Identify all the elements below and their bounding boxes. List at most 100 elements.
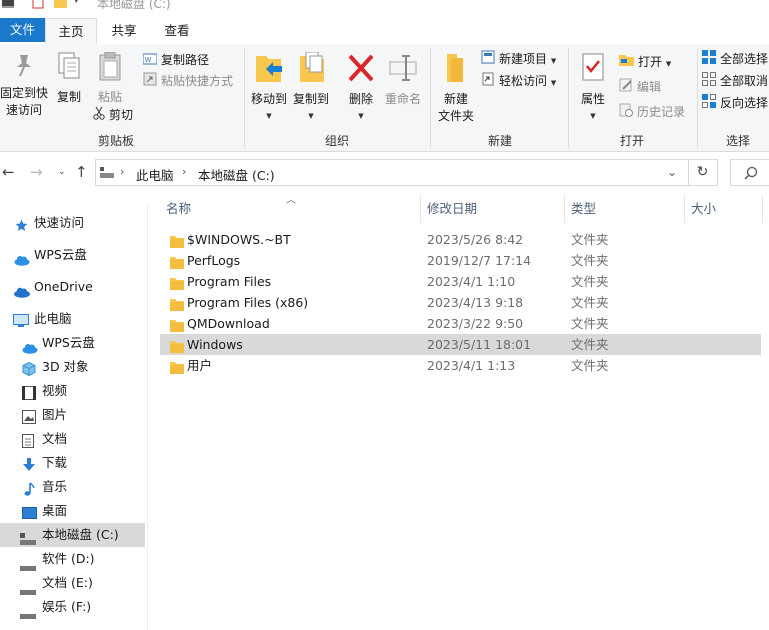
- move-to-button[interactable]: 移动到 ▼: [249, 52, 289, 125]
- file-row[interactable]: Program Files 2023/4/1 1:10 文件夹: [160, 271, 761, 292]
- sidebar-item-documents[interactable]: 文档: [0, 427, 145, 451]
- breadcrumb-this-pc[interactable]: 此电脑: [136, 165, 174, 184]
- window-title: 本地磁盘 (C:): [97, 0, 171, 11]
- file-name: Program Files: [187, 274, 272, 289]
- sidebar-item-desktop[interactable]: 桌面: [0, 499, 145, 523]
- paste-shortcut-button[interactable]: 粘贴快捷方式: [143, 71, 233, 92]
- breadcrumb-separator-icon[interactable]: ›: [120, 165, 124, 178]
- column-divider[interactable]: [420, 195, 421, 223]
- new-group-label: 新建: [487, 134, 512, 148]
- copy-path-icon: W: [142, 51, 158, 71]
- column-header-size[interactable]: 大小: [691, 193, 716, 223]
- file-row[interactable]: PerfLogs 2019/12/7 17:14 文件夹: [160, 250, 761, 271]
- invert-selection-button[interactable]: 反向选择: [702, 93, 768, 114]
- tab-file[interactable]: 文件: [0, 18, 45, 42]
- easy-access-button[interactable]: 轻松访问 ▼: [481, 71, 556, 93]
- sidebar-item-local-disk-c[interactable]: 本地磁盘 (C:): [0, 523, 145, 547]
- title-bar: ▾ 本地磁盘 (C:): [0, 0, 769, 14]
- sidebar-item-music[interactable]: 音乐: [0, 475, 145, 499]
- sidebar-item-videos[interactable]: 视频: [0, 379, 145, 403]
- refresh-button[interactable]: ↻: [688, 159, 718, 186]
- open-button[interactable]: 打开 ▼: [619, 52, 671, 74]
- file-type: 文件夹: [571, 232, 609, 247]
- rename-icon: [383, 52, 423, 89]
- address-dropdown-chevron-icon[interactable]: ⌄: [667, 165, 677, 179]
- onedrive-icon: [13, 282, 30, 306]
- sidebar-item-wps-cloud[interactable]: WPS云盘: [0, 243, 145, 267]
- file-date: 2023/4/13 9:18: [427, 295, 524, 310]
- column-divider[interactable]: [684, 195, 685, 223]
- tab-home[interactable]: 主页: [45, 18, 97, 46]
- copy-label: 复制: [56, 90, 81, 104]
- pane-divider[interactable]: [147, 205, 148, 630]
- file-date: 2023/3/22 9:50: [427, 316, 524, 331]
- sidebar-item-this-pc[interactable]: 此电脑: [0, 307, 145, 331]
- new-folder-button[interactable]: 新建 文件夹: [435, 52, 477, 125]
- tab-share[interactable]: 共享: [100, 18, 148, 45]
- sidebar-item-drive-f[interactable]: 娱乐 (F:): [0, 595, 145, 619]
- file-row[interactable]: 用户 2023/4/1 1:13 文件夹: [160, 355, 761, 376]
- copy-path-button[interactable]: W 复制路径: [142, 50, 209, 71]
- column-divider[interactable]: [762, 195, 763, 223]
- file-name: PerfLogs: [187, 253, 241, 268]
- file-type: 文件夹: [571, 274, 609, 289]
- history-button[interactable]: 历史记录: [619, 102, 685, 123]
- sidebar-item-downloads[interactable]: 下载: [0, 451, 145, 475]
- file-row-selected[interactable]: Windows 2023/5/11 18:01 文件夹: [160, 334, 761, 355]
- file-type: 文件夹: [571, 295, 609, 310]
- up-arrow-icon[interactable]: ↑: [75, 163, 88, 181]
- select-all-button[interactable]: 全部选择: [702, 49, 768, 70]
- sidebar-item-wps-cloud-pc[interactable]: WPS云盘: [0, 331, 145, 355]
- column-divider[interactable]: [564, 195, 565, 223]
- file-date: 2023/4/1 1:10: [427, 274, 516, 289]
- file-date: 2019/12/7 17:14: [427, 253, 532, 268]
- paste-button[interactable]: 粘贴: [93, 51, 127, 106]
- column-header-type[interactable]: 类型: [571, 193, 596, 223]
- sidebar-item-quick-access[interactable]: 快速访问: [0, 211, 145, 235]
- breadcrumb-local-disk[interactable]: 本地磁盘 (C:): [198, 165, 275, 184]
- copy-to-button[interactable]: 复制到 ▼: [291, 51, 331, 125]
- properties-button[interactable]: 属性 ▼: [574, 52, 612, 125]
- easy-access-icon: [481, 72, 495, 92]
- recent-locations-chevron-icon[interactable]: ⌄: [58, 167, 66, 177]
- address-bar[interactable]: › 此电脑 › 本地磁盘 (C:) ⌄: [95, 159, 689, 186]
- cut-button[interactable]: 剪切: [93, 105, 133, 126]
- pin-quick-access-button[interactable]: 固定到快 速访问: [0, 52, 48, 119]
- select-none-button[interactable]: 全部取消: [702, 71, 768, 92]
- edit-button[interactable]: 编辑: [619, 77, 661, 98]
- ribbon-tabs: 文件 主页 共享 查看: [0, 14, 769, 46]
- rename-button[interactable]: 重命名: [383, 52, 423, 108]
- sort-ascending-icon: ︿: [286, 195, 296, 206]
- breadcrumb-separator-icon[interactable]: ›: [182, 165, 186, 178]
- sidebar-item-pictures[interactable]: 图片: [0, 403, 145, 427]
- paste-icon: [93, 51, 127, 87]
- sidebar-item-onedrive[interactable]: OneDrive: [0, 275, 145, 299]
- copy-button[interactable]: 复制: [52, 52, 86, 106]
- file-row[interactable]: $WINDOWS.~BT 2023/5/26 8:42 文件夹: [160, 229, 761, 250]
- file-row[interactable]: QMDownload 2023/3/22 9:50 文件夹: [160, 313, 761, 334]
- drive-icon: [20, 604, 36, 628]
- new-item-button[interactable]: 新建项目 ▼: [481, 49, 556, 71]
- column-header-name[interactable]: 名称: [166, 193, 191, 223]
- sidebar-item-drive-e[interactable]: 文档 (E:): [0, 571, 145, 595]
- select-all-icon: [702, 49, 716, 70]
- paste-label: 粘贴: [97, 90, 122, 104]
- file-row[interactable]: Program Files (x86) 2023/4/13 9:18 文件夹: [160, 292, 761, 313]
- tab-view[interactable]: 查看: [152, 18, 202, 45]
- forward-arrow-icon[interactable]: →: [30, 163, 43, 181]
- pin-icon: [0, 52, 48, 83]
- open-group-label: 打开: [619, 134, 644, 148]
- new-folder-quick-icon[interactable]: [54, 0, 67, 12]
- sidebar-item-3d-objects[interactable]: 3D 对象: [0, 355, 145, 379]
- column-header-date[interactable]: 修改日期: [427, 193, 477, 223]
- properties-quick-icon[interactable]: [32, 0, 44, 12]
- delete-button[interactable]: 删除 ▼: [343, 52, 379, 125]
- pin-label-1: 固定到快: [0, 86, 49, 100]
- back-arrow-icon[interactable]: ←: [2, 163, 15, 181]
- file-name: $WINDOWS.~BT: [187, 232, 291, 247]
- sidebar-item-drive-d[interactable]: 软件 (D:): [0, 547, 145, 571]
- customize-quick-access-icon[interactable]: ▾: [74, 0, 79, 6]
- open-folder-icon: [619, 53, 634, 73]
- search-input[interactable]: [730, 159, 769, 186]
- file-date: 2023/5/26 8:42: [427, 232, 524, 247]
